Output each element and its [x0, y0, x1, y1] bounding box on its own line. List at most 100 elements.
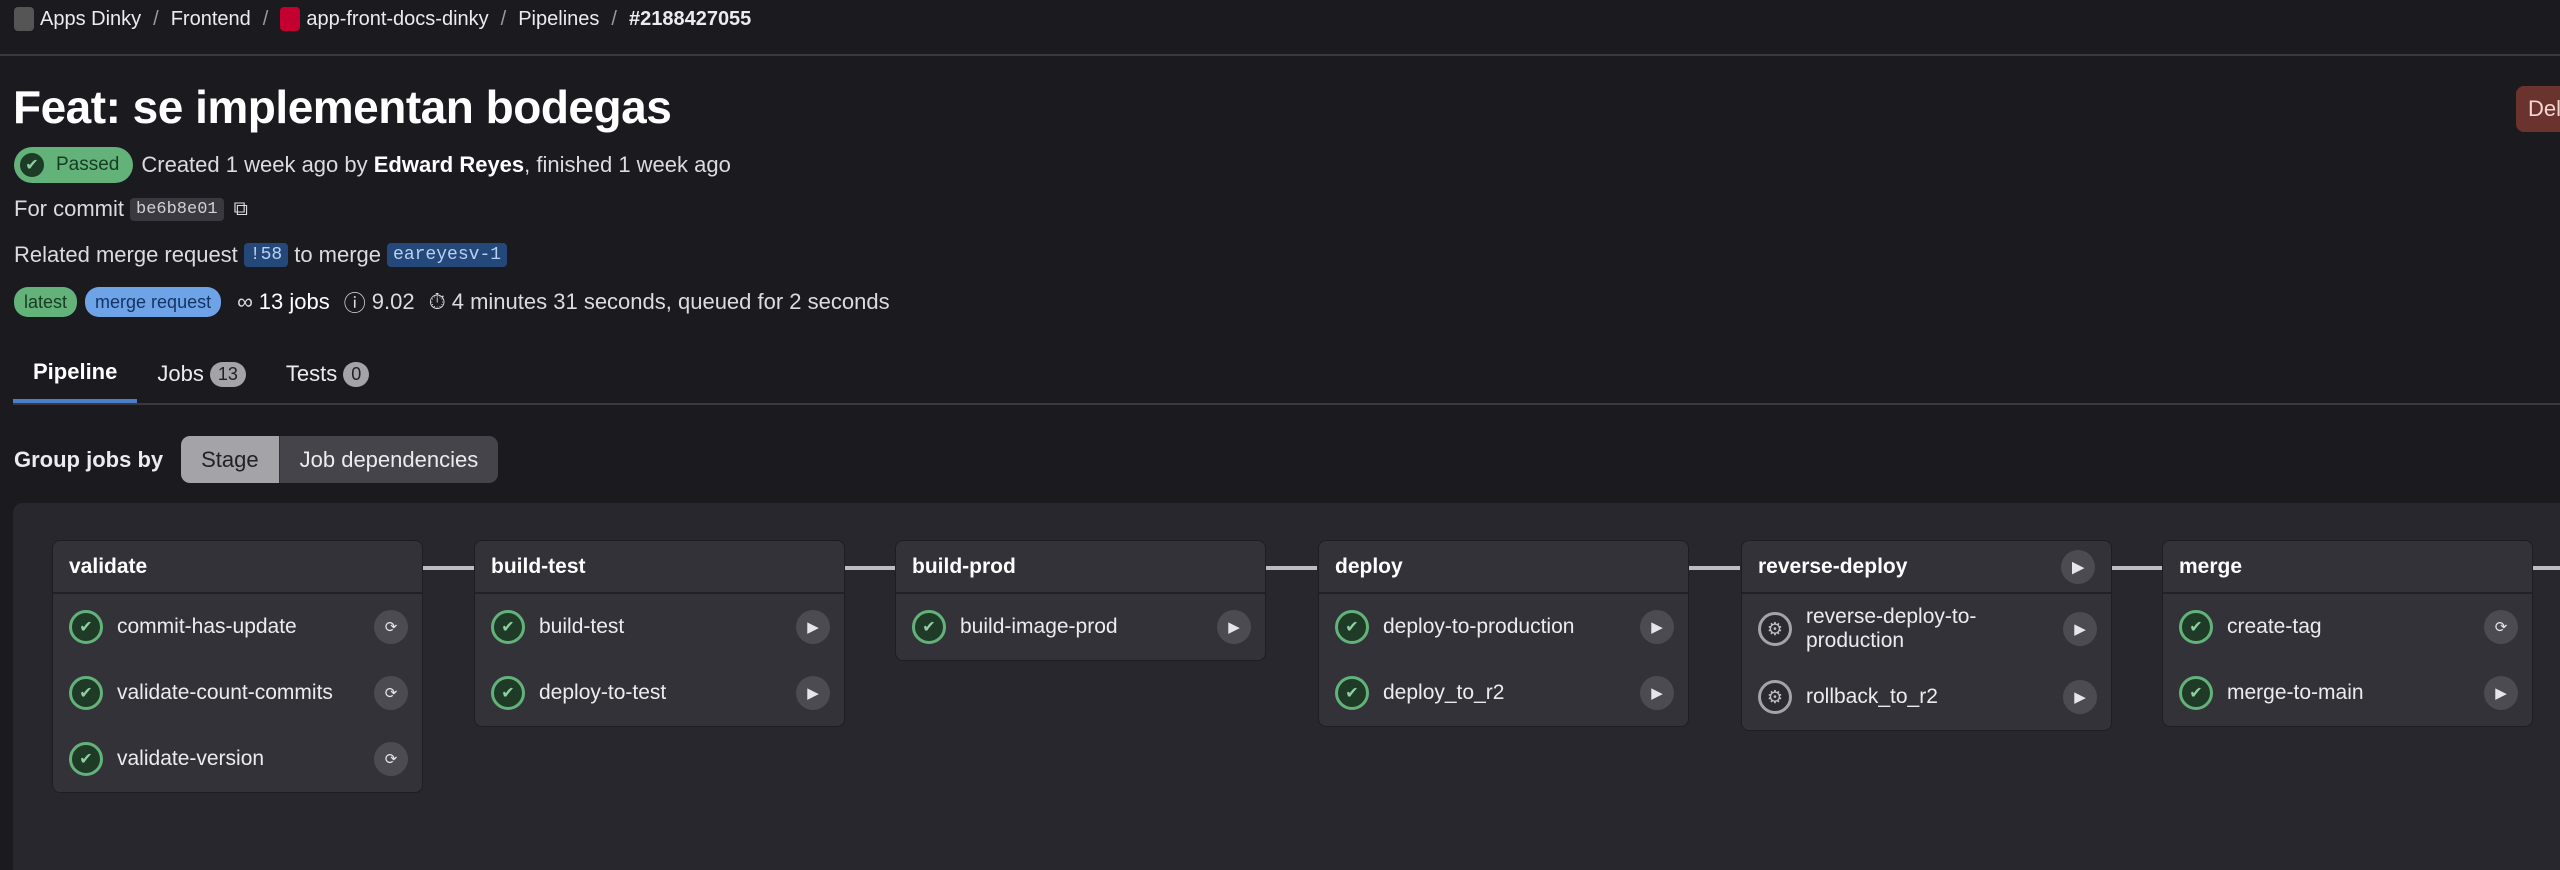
tab-jobs[interactable]: Jobs 13: [137, 345, 266, 403]
job-merge-to-main[interactable]: ✔ merge-to-main ▶: [2163, 660, 2532, 726]
play-icon[interactable]: ▶: [2061, 549, 2095, 584]
commit-row: For commit be6b8e01 ⧉: [14, 196, 248, 221]
delete-button[interactable]: Delete: [2516, 86, 2560, 132]
status-manual-icon: ⚙: [1758, 612, 1792, 646]
badges-row: latest merge request ∞ 13 jobs ⓘ 9.02 ⏱ 4 m…: [14, 286, 890, 318]
status-passed-icon: ✔: [491, 676, 525, 710]
status-passed-icon: ✔: [2179, 610, 2213, 644]
tab-tests[interactable]: Tests 0: [266, 345, 389, 403]
group-by-stage-button[interactable]: Stage: [181, 436, 280, 483]
job-name: deploy_to_r2: [1383, 681, 1505, 704]
job-build-image-prod[interactable]: ✔ build-image-prod ▶: [896, 594, 1265, 660]
play-icon[interactable]: ▶: [796, 610, 830, 644]
retry-icon[interactable]: ⟳: [374, 610, 408, 644]
stage-header: validate: [53, 541, 422, 594]
group-jobs-by: Group jobs by Stage Job dependencies: [14, 436, 499, 483]
play-icon[interactable]: ▶: [2063, 680, 2097, 714]
job-commit-has-update[interactable]: ✔ commit-has-update ⟳: [53, 594, 422, 660]
play-icon[interactable]: ▶: [2063, 612, 2097, 646]
stage-header: merge: [2163, 541, 2532, 594]
breadcrumb-frontend[interactable]: Frontend: [171, 8, 251, 31]
timer-icon: ⏱: [428, 289, 446, 314]
stage-connector: [845, 566, 896, 570]
breadcrumb-apps-dinky[interactable]: Apps Dinky: [40, 8, 141, 31]
stage-header: build-test: [475, 541, 844, 594]
stage-merge: merge ✔ create-tag ⟳ ✔ merge-to-main ▶: [2162, 540, 2533, 727]
pipeline-status-row: ✔ Passed Created 1 week ago by Edward Rey…: [14, 147, 731, 183]
status-badge[interactable]: ✔ Passed: [14, 147, 134, 183]
play-icon[interactable]: ▶: [1640, 676, 1674, 710]
breadcrumb-pipelines[interactable]: Pipelines: [518, 8, 599, 31]
retry-icon[interactable]: ⟳: [2484, 610, 2518, 644]
commit-sha-link[interactable]: be6b8e01: [130, 197, 224, 221]
tabs: Pipeline Jobs 13 Tests 0: [13, 345, 389, 405]
group-by-toggle: Stage Job dependencies: [181, 436, 499, 483]
job-name: rollback_to_r2: [1806, 685, 1938, 708]
stage-name: deploy: [1335, 554, 1403, 578]
tab-pipeline[interactable]: Pipeline: [13, 345, 138, 403]
latest-badge: latest: [14, 287, 78, 317]
copy-icon[interactable]: ⧉: [234, 198, 248, 221]
breadcrumb-separator: /: [262, 7, 269, 30]
breadcrumb-separator: /: [611, 7, 617, 30]
job-name: reverse-deploy-to-production: [1806, 605, 1977, 652]
job-name: merge-to-main: [2227, 681, 2364, 704]
job-deploy-to-production[interactable]: ✔ deploy-to-production ▶: [1319, 594, 1688, 660]
stage-header: build-prod: [896, 541, 1265, 594]
status-manual-icon: ⚙: [1758, 680, 1792, 714]
job-name: deploy-to-test: [539, 681, 667, 704]
stage-connector: [423, 566, 474, 570]
job-validate-count-commits[interactable]: ✔ validate-count-commits ⟳: [53, 660, 422, 726]
play-icon[interactable]: ▶: [1640, 610, 1674, 644]
tests-count-badge: 0: [343, 361, 370, 387]
stage-connector: [1266, 566, 1317, 570]
status-passed-icon: ✔: [69, 610, 103, 644]
job-name: validate-count-commits: [117, 681, 333, 704]
jobs-count-badge: 13: [209, 361, 246, 387]
breadcrumb-separator: /: [153, 7, 159, 30]
stage-validate: validate ✔ commit-has-update ⟳ ✔ validate-cou…: [52, 540, 423, 793]
stage-build-test: build-test ✔ build-test ▶ ✔ deploy-to-test ▶: [474, 540, 845, 727]
page-title: Feat: se implementan bodegas: [13, 81, 672, 133]
breadcrumb-pipeline-id[interactable]: #2188427055: [629, 8, 751, 31]
stage-deploy: deploy ✔ deploy-to-production ▶ ✔ deploy_to_r…: [1318, 540, 1689, 727]
divider: [0, 54, 2560, 56]
status-passed-icon: ✔: [491, 610, 525, 644]
status-passed-icon: ✔: [69, 676, 103, 710]
job-validate-version[interactable]: ✔ validate-version ⟳: [53, 726, 422, 792]
play-icon[interactable]: ▶: [1217, 610, 1251, 644]
job-deploy-to-test[interactable]: ✔ deploy-to-test ▶: [475, 660, 844, 726]
job-name: validate-version: [117, 747, 265, 770]
play-icon[interactable]: ▶: [2484, 676, 2518, 710]
job-deploy_to_r2[interactable]: ✔ deploy_to_r2 ▶: [1319, 660, 1688, 726]
stage-connector: [1689, 566, 1740, 570]
divider: [13, 403, 2560, 405]
stage-name: reverse-deploy: [1758, 554, 1908, 578]
merge-request-link[interactable]: !58: [243, 243, 289, 267]
job-name: deploy-to-production: [1383, 615, 1575, 638]
stage-build-prod: build-prod ✔ build-image-prod ▶: [895, 540, 1266, 661]
stage-reverse-deploy: reverse-deploy ▶ ⚙ reverse-deploy-to-produc…: [1741, 540, 2112, 731]
group-by-dependencies-button[interactable]: Job dependencies: [279, 436, 499, 483]
status-passed-icon: ✔: [1335, 676, 1369, 710]
group-logo-icon: [14, 7, 34, 31]
angular-logo-icon: [280, 7, 301, 31]
branch-link[interactable]: eareyesv-1: [387, 243, 508, 267]
play-icon[interactable]: ▶: [796, 676, 830, 710]
job-rollback_to_r2[interactable]: ⚙ rollback_to_r2 ▶: [1742, 664, 2111, 730]
job-name: build-image-prod: [960, 615, 1118, 638]
status-passed-icon: ✔: [912, 610, 946, 644]
job-name: create-tag: [2227, 615, 2322, 638]
job-reverse-deploy-to-production[interactable]: ⚙ reverse-deploy-to-production ▶: [1742, 594, 2111, 664]
retry-icon[interactable]: ⟳: [374, 676, 408, 710]
breadcrumb-project[interactable]: app-front-docs-dinky: [306, 8, 488, 31]
retry-icon[interactable]: ⟳: [374, 742, 408, 776]
job-create-tag[interactable]: ✔ create-tag ⟳: [2163, 594, 2532, 660]
job-name: commit-has-update: [117, 615, 297, 638]
stage-name: merge: [2179, 554, 2243, 578]
check-icon: ✔: [18, 151, 46, 179]
job-build-test[interactable]: ✔ build-test ▶: [475, 594, 844, 660]
stage-connector: [2533, 566, 2560, 570]
related-mr-row: Related merge request !58 to merge earey…: [14, 242, 513, 268]
author-link[interactable]: Edward Reyes: [374, 152, 524, 178]
